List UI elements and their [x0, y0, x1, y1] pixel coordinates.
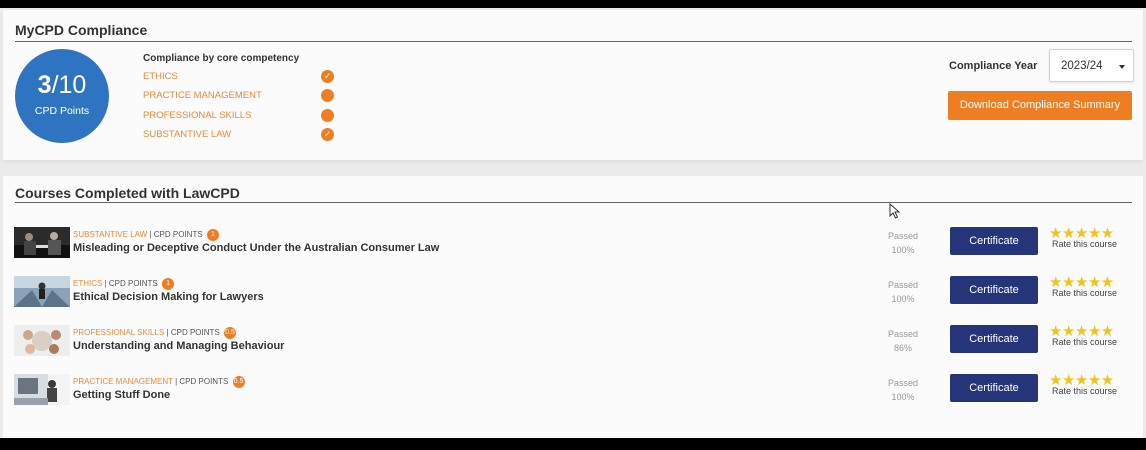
course-result: Passed 100%	[873, 278, 933, 306]
passed-label: Passed	[887, 378, 919, 388]
download-summary-button[interactable]: Download Compliance Summary	[948, 91, 1132, 120]
course-result: Passed 100%	[873, 376, 933, 404]
course-thumbnail	[14, 276, 70, 307]
course-row: PROFESSIONAL SKILLS | CPD POINTS 0.5 Und…	[3, 323, 1143, 369]
cpd-points-circle: 3/10 CPD Points	[15, 49, 109, 143]
course-result: Passed 86%	[873, 327, 933, 355]
competency-row-ethics: ETHICS ✓	[143, 69, 343, 85]
mouse-cursor-icon	[889, 203, 901, 219]
rate-course-label: Rate this course	[1052, 337, 1118, 347]
course-thumbnail	[14, 227, 70, 258]
course-title[interactable]: Misleading or Deceptive Conduct Under th…	[73, 242, 439, 254]
cpd-points-text: CPD POINTS	[179, 377, 229, 387]
course-category: ETHICS	[73, 279, 103, 289]
passed-label: Passed	[887, 329, 919, 339]
course-meta: ETHICS | CPD POINTS 1	[73, 278, 175, 290]
course-score: 86%	[893, 343, 912, 353]
course-score: 100%	[891, 294, 915, 304]
competency-label: PRACTICE MANAGEMENT	[143, 90, 262, 101]
dot-icon	[321, 89, 334, 102]
compliance-title: MyCPD Compliance	[15, 22, 148, 38]
cpd-points-label: CPD Points	[34, 105, 90, 117]
rate-course-label: Rate this course	[1052, 288, 1118, 298]
points-earned: 3	[37, 71, 52, 99]
course-score: 100%	[891, 392, 915, 402]
compliance-year-label: Compliance Year	[949, 60, 1038, 72]
points-badge: 1	[162, 278, 175, 290]
cpd-points-text: CPD POINTS	[153, 230, 203, 240]
caret-down-icon	[1119, 65, 1125, 69]
points-total: 10	[58, 71, 87, 99]
certificate-button[interactable]: Certificate	[950, 374, 1038, 402]
cpd-points-text: CPD POINTS	[170, 328, 220, 338]
course-result: Passed 100%	[873, 229, 933, 257]
course-meta: PROFESSIONAL SKILLS | CPD POINTS 0.5	[73, 327, 236, 339]
cpd-points-text: CPD POINTS	[108, 279, 158, 289]
course-title[interactable]: Understanding and Managing Behaviour	[73, 340, 284, 352]
competency-heading: Compliance by core competency	[143, 53, 300, 64]
course-title[interactable]: Getting Stuff Done	[73, 389, 170, 401]
competency-label: PROFESSIONAL SKILLS	[143, 110, 252, 121]
compliance-panel: MyCPD Compliance 3/10 CPD Points Complia…	[3, 10, 1143, 160]
points-badge: 0.5	[232, 376, 245, 388]
cpd-points-value: 3/10	[37, 71, 87, 99]
course-meta: SUBSTANTIVE LAW | CPD POINTS 1	[73, 229, 219, 241]
certificate-button[interactable]: Certificate	[950, 276, 1038, 304]
course-row: ETHICS | CPD POINTS 1 Ethical Decision M…	[3, 274, 1143, 320]
course-thumbnail	[14, 374, 70, 405]
course-category: PROFESSIONAL SKILLS	[73, 328, 165, 338]
course-row: PRACTICE MANAGEMENT | CPD POINTS 0.5 Get…	[3, 372, 1143, 418]
course-score: 100%	[891, 245, 915, 255]
app-frame: MyCPD Compliance 3/10 CPD Points Complia…	[0, 8, 1146, 438]
competency-label: ETHICS	[143, 71, 178, 82]
certificate-button[interactable]: Certificate	[950, 227, 1038, 255]
passed-label: Passed	[887, 280, 919, 290]
competency-row-professional-skills: PROFESSIONAL SKILLS	[143, 108, 343, 124]
competency-row-substantive-law: SUBSTANTIVE LAW ✓	[143, 127, 343, 143]
courses-panel: Courses Completed with LawCPD SUBSTANTIV…	[3, 176, 1143, 438]
section-divider	[15, 41, 1132, 42]
certificate-button[interactable]: Certificate	[950, 325, 1038, 353]
course-thumbnail	[14, 325, 70, 356]
courses-title: Courses Completed with LawCPD	[15, 185, 240, 201]
compliance-year-select[interactable]: 2023/24	[1049, 49, 1134, 82]
dot-icon	[321, 109, 334, 122]
section-divider	[15, 202, 1132, 203]
course-category: SUBSTANTIVE LAW	[73, 230, 148, 240]
course-row: SUBSTANTIVE LAW | CPD POINTS 1 Misleadin…	[3, 225, 1143, 271]
course-title[interactable]: Ethical Decision Making for Lawyers	[73, 291, 264, 303]
check-icon: ✓	[321, 128, 334, 141]
competency-row-practice-management: PRACTICE MANAGEMENT	[143, 88, 343, 104]
competency-label: SUBSTANTIVE LAW	[143, 129, 232, 140]
passed-label: Passed	[887, 231, 919, 241]
check-icon: ✓	[321, 70, 334, 83]
course-category: PRACTICE MANAGEMENT	[73, 377, 173, 387]
points-badge: 1	[206, 229, 219, 241]
compliance-year-value: 2023/24	[1061, 60, 1103, 72]
rate-course-label: Rate this course	[1052, 386, 1118, 396]
rate-course-label: Rate this course	[1052, 239, 1118, 249]
points-badge: 0.5	[223, 327, 236, 339]
course-meta: PRACTICE MANAGEMENT | CPD POINTS 0.5	[73, 376, 245, 388]
